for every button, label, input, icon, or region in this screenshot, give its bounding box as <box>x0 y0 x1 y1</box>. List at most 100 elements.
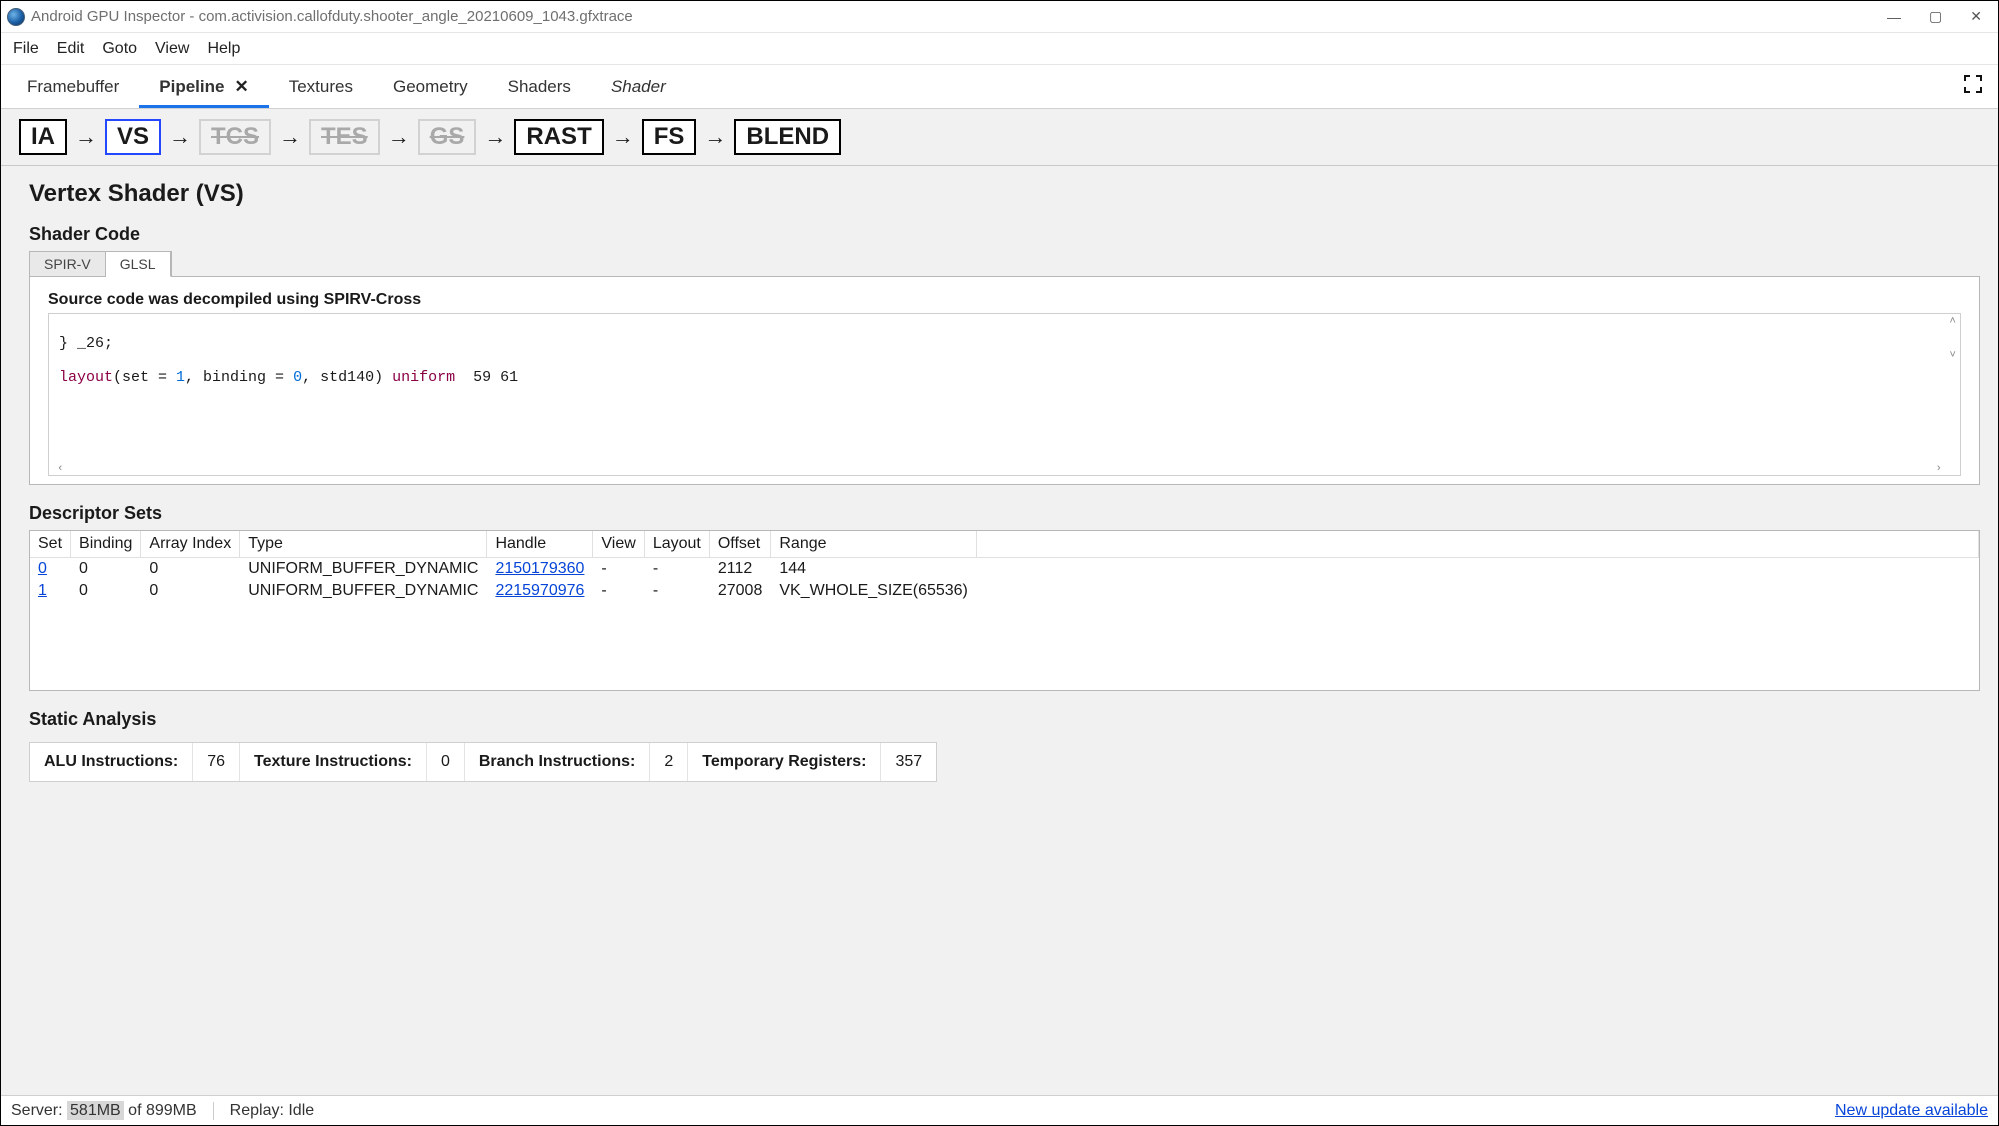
col-set[interactable]: Set <box>30 531 71 558</box>
cell-set[interactable]: 0 <box>30 558 71 581</box>
cell-range: 144 <box>771 558 977 581</box>
page-title: Vertex Shader (VS) <box>29 180 1980 208</box>
scroll-down-icon[interactable]: ˅ <box>1949 350 1956 362</box>
branch-value: 2 <box>650 743 688 781</box>
cell-array-index: 0 <box>141 558 240 581</box>
stage-ia[interactable]: IA <box>19 119 67 155</box>
col-range[interactable]: Range <box>771 531 977 558</box>
menu-view[interactable]: View <box>149 38 195 60</box>
arrow-icon: → <box>167 124 193 150</box>
descriptor-table: Set Binding Array Index Type Handle View… <box>30 531 1979 690</box>
code-text: , std140) <box>302 369 392 386</box>
static-analysis-title: Static Analysis <box>29 709 1980 730</box>
cell-offset: 2112 <box>709 558 771 581</box>
tab-pipeline-close-icon[interactable]: ✕ <box>234 77 248 96</box>
tab-geometry[interactable]: Geometry <box>373 67 488 107</box>
tab-textures[interactable]: Textures <box>269 67 373 107</box>
menubar: File Edit Goto View Help <box>1 33 1998 65</box>
menu-goto[interactable]: Goto <box>96 38 143 60</box>
statusbar: Server: 581MB of 899MB Replay: Idle New … <box>1 1095 1998 1125</box>
tex-value: 0 <box>427 743 465 781</box>
content: Vertex Shader (VS) Shader Code SPIR-V GL… <box>1 166 1998 1095</box>
col-type[interactable]: Type <box>240 531 487 558</box>
pipeline-strip: IA → VS → TCS → TES → GS → RAST → FS → B… <box>1 109 1998 166</box>
close-icon[interactable]: ✕ <box>1970 8 1982 25</box>
window-controls: — ▢ ✕ <box>1887 8 1992 25</box>
tab-shaders[interactable]: Shaders <box>488 67 591 107</box>
fullscreen-toggle-icon[interactable] <box>1954 75 1992 98</box>
col-view[interactable]: View <box>593 531 644 558</box>
static-analysis-row: ALU Instructions: 76 Texture Instruction… <box>29 742 937 782</box>
titlebar: Android GPU Inspector - com.activision.c… <box>1 1 1998 33</box>
col-binding[interactable]: Binding <box>71 531 141 558</box>
tab-pipeline[interactable]: Pipeline✕ <box>139 67 268 107</box>
update-link[interactable]: New update available <box>1835 1102 1988 1120</box>
cell-array-index: 0 <box>141 580 240 602</box>
table-row[interactable]: 0 0 0 UNIFORM_BUFFER_DYNAMIC 2150179360 … <box>30 558 1979 581</box>
code-area[interactable]: } _26; layout(set = 1, binding = 0, std1… <box>48 313 1961 476</box>
alu-value: 76 <box>193 743 240 781</box>
tab-textures-label: Textures <box>289 77 353 96</box>
arrow-icon: → <box>73 124 99 150</box>
scroll-right-icon[interactable]: › <box>1935 463 1942 475</box>
tabbar: Framebuffer Pipeline✕ Textures Geometry … <box>1 65 1998 109</box>
col-offset[interactable]: Offset <box>709 531 771 558</box>
tab-shader[interactable]: Shader <box>591 67 686 107</box>
table-row-empty <box>30 602 1979 624</box>
cell-offset: 27008 <box>709 580 771 602</box>
tab-shader-label: Shader <box>611 77 666 96</box>
arrow-icon: → <box>386 124 412 150</box>
replay-value: Idle <box>288 1102 314 1119</box>
arrow-icon: → <box>610 124 636 150</box>
stage-fs[interactable]: FS <box>642 119 697 155</box>
code-num: 0 <box>293 369 302 386</box>
server-total: of 899MB <box>124 1102 197 1119</box>
code-tab-spirv[interactable]: SPIR-V <box>30 252 106 276</box>
stage-vs[interactable]: VS <box>105 119 161 155</box>
cell-view: - <box>593 558 644 581</box>
cell-binding: 0 <box>71 580 141 602</box>
cell-handle[interactable]: 2215970976 <box>487 580 593 602</box>
cell-view: - <box>593 580 644 602</box>
minimize-icon[interactable]: — <box>1887 9 1901 25</box>
arrow-icon: → <box>702 124 728 150</box>
code-panel: Source code was decompiled using SPIRV-C… <box>29 276 1980 485</box>
branch-label: Branch Instructions: <box>465 743 650 781</box>
code-kw: uniform <box>392 369 455 386</box>
replay-state: Replay: Idle <box>230 1102 315 1120</box>
col-array-index[interactable]: Array Index <box>141 531 240 558</box>
menu-help[interactable]: Help <box>201 38 246 60</box>
stage-tes[interactable]: TES <box>309 119 380 155</box>
scroll-left-icon[interactable]: ‹ <box>57 463 64 475</box>
stage-tcs[interactable]: TCS <box>199 119 271 155</box>
tab-framebuffer[interactable]: Framebuffer <box>7 67 139 107</box>
arrow-icon: → <box>482 124 508 150</box>
stage-rast[interactable]: RAST <box>514 119 603 155</box>
server-used: 581MB <box>67 1101 124 1120</box>
scroll-up-icon[interactable]: ˄ <box>1949 316 1956 328</box>
tex-label: Texture Instructions: <box>240 743 427 781</box>
window-title: Android GPU Inspector - com.activision.c… <box>31 8 1887 25</box>
menu-edit[interactable]: Edit <box>51 38 91 60</box>
table-row-empty <box>30 646 1979 668</box>
tab-geometry-label: Geometry <box>393 77 468 96</box>
col-layout[interactable]: Layout <box>644 531 709 558</box>
stage-gs[interactable]: GS <box>418 119 477 155</box>
stage-blend[interactable]: BLEND <box>734 119 841 155</box>
cell-binding: 0 <box>71 558 141 581</box>
cell-set[interactable]: 1 <box>30 580 71 602</box>
temp-value: 357 <box>881 743 936 781</box>
cell-handle[interactable]: 2150179360 <box>487 558 593 581</box>
app-icon <box>7 8 25 26</box>
table-row[interactable]: 1 0 0 UNIFORM_BUFFER_DYNAMIC 2215970976 … <box>30 580 1979 602</box>
col-handle[interactable]: Handle <box>487 531 593 558</box>
maximize-icon[interactable]: ▢ <box>1929 8 1942 25</box>
tab-framebuffer-label: Framebuffer <box>27 77 119 96</box>
code-tab-glsl[interactable]: GLSL <box>106 252 171 277</box>
cell-type: UNIFORM_BUFFER_DYNAMIC <box>240 558 487 581</box>
replay-label: Replay: <box>230 1102 289 1119</box>
decompile-note: Source code was decompiled using SPIRV-C… <box>48 291 1961 309</box>
menu-file[interactable]: File <box>7 38 45 60</box>
divider <box>213 1102 214 1120</box>
server-mem: Server: 581MB of 899MB <box>11 1102 197 1120</box>
